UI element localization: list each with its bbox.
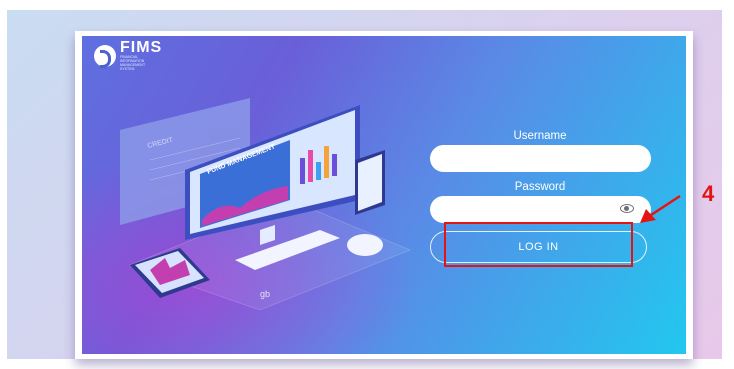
logo-subtitle: FINANCIAL INFORMATION MANAGEMENT SYSTEM — [120, 55, 146, 71]
fims-logo-icon — [94, 45, 116, 68]
app-logo: FIMS FINANCIAL INFORMATION MANAGEMENT SY… — [94, 39, 163, 71]
show-password-eye-icon[interactable] — [620, 204, 634, 213]
annotation-arrow-icon — [640, 194, 681, 223]
username-label: Username — [513, 130, 567, 142]
username-input[interactable] — [430, 145, 651, 172]
tablet-device — [355, 150, 385, 215]
logo-title: FIMS — [120, 39, 163, 56]
fund-management-illustration: CREDIT FUND MANAGEMENT — [120, 98, 411, 310]
annotation-highlight-box — [444, 222, 633, 267]
badge-watermark: gb — [260, 289, 271, 299]
password-label: Password — [514, 181, 566, 193]
cloud-icon — [347, 234, 383, 256]
password-input[interactable] — [430, 196, 651, 223]
step-number: 4 — [702, 181, 715, 206]
